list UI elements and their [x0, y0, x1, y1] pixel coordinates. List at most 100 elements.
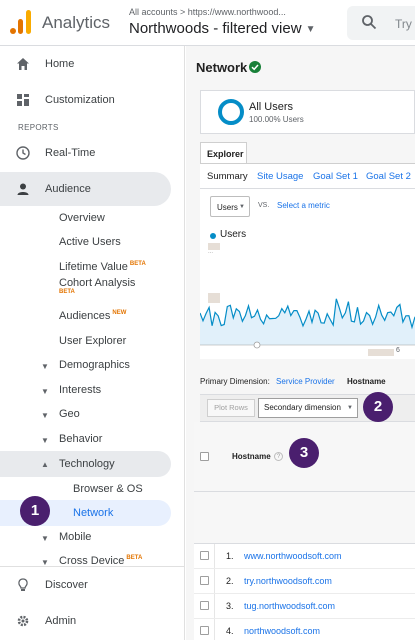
sidebar-item-audiences[interactable]: Audiences NEW [59, 310, 126, 322]
tab-explorer[interactable]: Explorer [200, 142, 247, 164]
callout-badge-1: 1 [20, 496, 50, 526]
sidebar-item-geo[interactable]: Geo [59, 408, 80, 420]
table-row[interactable]: 1. www.northwoodsoft.com [194, 544, 415, 569]
callout-badge-3: 3 [289, 438, 319, 468]
select-all-checkbox[interactable] [200, 452, 209, 461]
y-axis-tick-fragment: ... [208, 249, 214, 255]
sidebar-item-interests[interactable]: Interests [59, 384, 101, 396]
top-header: Analytics All accounts > https://www.nor… [0, 0, 415, 46]
lightbulb-icon [18, 578, 28, 591]
primary-dimension-bar: Primary Dimension: Service Provider Host… [200, 377, 415, 386]
legend-dot-icon [210, 233, 216, 239]
sidebar-item-discover[interactable]: Discover [0, 567, 184, 603]
caret-up-icon: ▲ [41, 460, 49, 469]
row-number: 1. [226, 551, 234, 561]
column-header-hostname[interactable]: Hostname [232, 452, 271, 461]
person-icon [17, 183, 29, 195]
sidebar-item-label: Real-Time [45, 147, 96, 159]
sidebar-item-user-explorer[interactable]: User Explorer [59, 335, 126, 347]
row-number: 3. [226, 601, 234, 611]
sidebar-item-mobile[interactable]: Mobile [59, 531, 91, 543]
caret-down-icon: ▼ [41, 362, 49, 371]
gear-icon [17, 615, 29, 627]
hostname-link[interactable]: try.northwoodsoft.com [244, 576, 332, 586]
sidebar-item-label: Discover [45, 579, 88, 591]
sidebar-item-customization[interactable]: Customization [0, 82, 184, 118]
segment-card[interactable]: All Users 100.00% Users [200, 90, 415, 134]
hostname-link[interactable]: www.northwoodsoft.com [244, 551, 342, 561]
select-metric-link[interactable]: Select a metric [277, 201, 330, 210]
dashboard-icon [17, 94, 29, 106]
chart-legend-label: Users [220, 229, 247, 240]
subtab-goal-set-2[interactable]: Goal Set 2 [366, 171, 411, 182]
callout-badge-2: 2 [363, 392, 393, 422]
sidebar-item-label: Admin [45, 615, 77, 627]
analytics-logo-icon[interactable] [10, 10, 32, 34]
segment-ring-icon [218, 99, 244, 125]
home-icon [17, 58, 29, 70]
table-row[interactable]: 3. tug.northwoodsoft.com [194, 594, 415, 619]
sidebar-item-label: Customization [45, 94, 115, 106]
table-row[interactable]: 2. try.northwoodsoft.com [194, 569, 415, 594]
users-line-chart[interactable] [200, 289, 415, 355]
view-selector[interactable]: Northwoods - filtered view ▼ [129, 20, 315, 37]
hostname-link[interactable]: northwoodsoft.com [244, 626, 320, 636]
sidebar-item-label: Audiences [59, 310, 111, 322]
account-breadcrumb[interactable]: All accounts > https://www.northwood... [129, 7, 299, 17]
caret-down-icon: ▼ [41, 534, 49, 543]
subtab-goal-set-1[interactable]: Goal Set 1 [313, 171, 358, 182]
explorer-subtabs: Summary Site Usage Goal Set 1 Goal Set 2 [200, 163, 415, 189]
metric-dropdown-value: Users [217, 203, 238, 212]
row-checkbox[interactable] [200, 576, 209, 585]
sidebar-item-realtime[interactable]: Real-Time [0, 135, 184, 171]
sidebar-item-label: Cohort Analysis [59, 277, 136, 289]
sidebar-item-browser-os[interactable]: Browser & OS [73, 483, 143, 495]
help-icon[interactable]: ? [274, 452, 283, 461]
search-placeholder: Try [395, 17, 412, 31]
sidebar-item-active-users[interactable]: Active Users [59, 236, 121, 248]
row-number: 4. [226, 626, 234, 636]
sidebar-item-demographics[interactable]: Demographics [59, 359, 130, 371]
vs-label: VS. [258, 202, 270, 209]
x-axis-tick-fragment: 6 [396, 347, 400, 354]
sidebar-item-admin[interactable]: Admin [0, 603, 184, 639]
secondary-dimension-dropdown[interactable]: Secondary dimension ▼ [258, 398, 358, 418]
dimension-service-provider-link[interactable]: Service Provider [276, 377, 335, 386]
sidebar-item-audience[interactable]: Audience [0, 172, 171, 206]
verified-check-icon [249, 61, 261, 73]
reports-header: REPORTS [18, 123, 59, 132]
sidebar-item-home[interactable]: Home [0, 46, 184, 82]
sidebar-item-behavior[interactable]: Behavior [59, 433, 102, 445]
subtab-summary[interactable]: Summary [207, 171, 248, 182]
chart-area [200, 298, 415, 345]
row-checkbox[interactable] [200, 626, 209, 635]
metric-dropdown[interactable]: Users ▼ [210, 196, 250, 217]
segment-percentage: 100.00% Users [249, 115, 304, 124]
caret-down-icon: ▼ [41, 387, 49, 396]
clock-icon [16, 146, 30, 160]
subtab-site-usage[interactable]: Site Usage [257, 171, 303, 182]
chart-scrubber-handle[interactable] [253, 341, 261, 349]
row-checkbox[interactable] [200, 601, 209, 610]
row-checkbox[interactable] [200, 551, 209, 560]
caret-down-icon: ▼ [41, 436, 49, 445]
sidebar-item-technology[interactable]: ▲ Technology [0, 451, 171, 477]
search-icon [362, 15, 377, 30]
new-badge: NEW [112, 310, 127, 317]
hostname-link[interactable]: tug.northwoodsoft.com [244, 601, 335, 611]
plot-rows-button[interactable]: Plot Rows [207, 399, 255, 417]
sidebar-item-lifetime-value[interactable]: Lifetime Value BETA [59, 261, 146, 273]
chevron-down-icon: ▼ [305, 23, 316, 35]
sidebar-item-label: Audience [45, 183, 91, 195]
sidebar-item-overview[interactable]: Overview [59, 212, 105, 224]
row-number: 2. [226, 576, 234, 586]
dimension-hostname-current: Hostname [346, 377, 386, 386]
sidebar-item-label: Technology [59, 458, 115, 470]
sidebar-item-cohort-analysis[interactable]: Cohort Analysis BETA [59, 277, 136, 300]
chevron-down-icon: ▼ [239, 204, 245, 210]
sidebar-item-label: Lifetime Value [59, 261, 128, 273]
search-bar[interactable]: Try [347, 6, 415, 40]
table-totals-row [194, 492, 415, 544]
table-row[interactable]: 4. northwoodsoft.com [194, 619, 415, 640]
page-title: Network [196, 60, 248, 75]
